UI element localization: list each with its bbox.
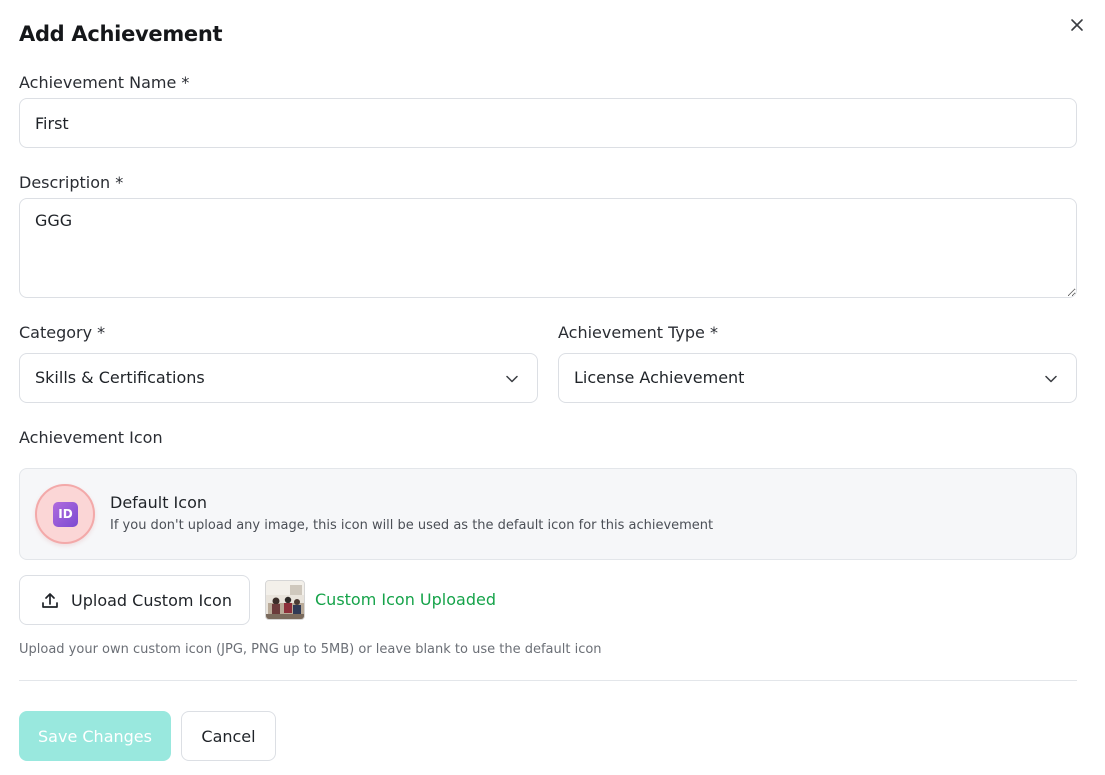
achievement-type-select[interactable]: License Achievement <box>558 353 1077 403</box>
category-select[interactable]: Skills & Certifications <box>19 353 538 403</box>
divider <box>19 680 1077 681</box>
achievement-type-selected-value: License Achievement <box>574 368 745 387</box>
chevron-down-icon <box>506 375 518 383</box>
close-button[interactable] <box>1066 14 1088 36</box>
upload-custom-icon-button[interactable]: Upload Custom Icon <box>19 575 250 625</box>
id-card-icon: ID <box>53 502 78 527</box>
modal-title: Add Achievement <box>19 22 223 46</box>
achievement-icon-label: Achievement Icon <box>19 428 163 447</box>
category-label: Category * <box>19 323 106 342</box>
custom-icon-thumbnail <box>265 580 305 620</box>
upload-help-text: Upload your own custom icon (JPG, PNG up… <box>19 642 602 657</box>
close-icon <box>1071 19 1083 31</box>
achievement-name-label: Achievement Name * <box>19 73 190 92</box>
category-selected-value: Skills & Certifications <box>35 368 205 387</box>
achievement-name-input[interactable] <box>19 98 1077 148</box>
upload-status-text: Custom Icon Uploaded <box>315 590 496 609</box>
upload-button-label: Upload Custom Icon <box>71 591 232 610</box>
upload-icon <box>42 593 58 608</box>
save-changes-button[interactable]: Save Changes <box>19 711 171 761</box>
uploaded-image-thumbnail <box>266 581 304 619</box>
chevron-down-icon <box>1045 375 1057 383</box>
default-icon-title: Default Icon <box>110 493 207 512</box>
default-icon-panel: ID Default Icon If you don't upload any … <box>19 468 1077 560</box>
default-icon-description: If you don't upload any image, this icon… <box>110 518 714 533</box>
cancel-button[interactable]: Cancel <box>181 711 276 761</box>
default-icon-preview: ID <box>35 484 95 544</box>
description-textarea[interactable]: GGG <box>19 198 1077 298</box>
achievement-type-label: Achievement Type * <box>558 323 718 342</box>
description-label: Description * <box>19 173 124 192</box>
